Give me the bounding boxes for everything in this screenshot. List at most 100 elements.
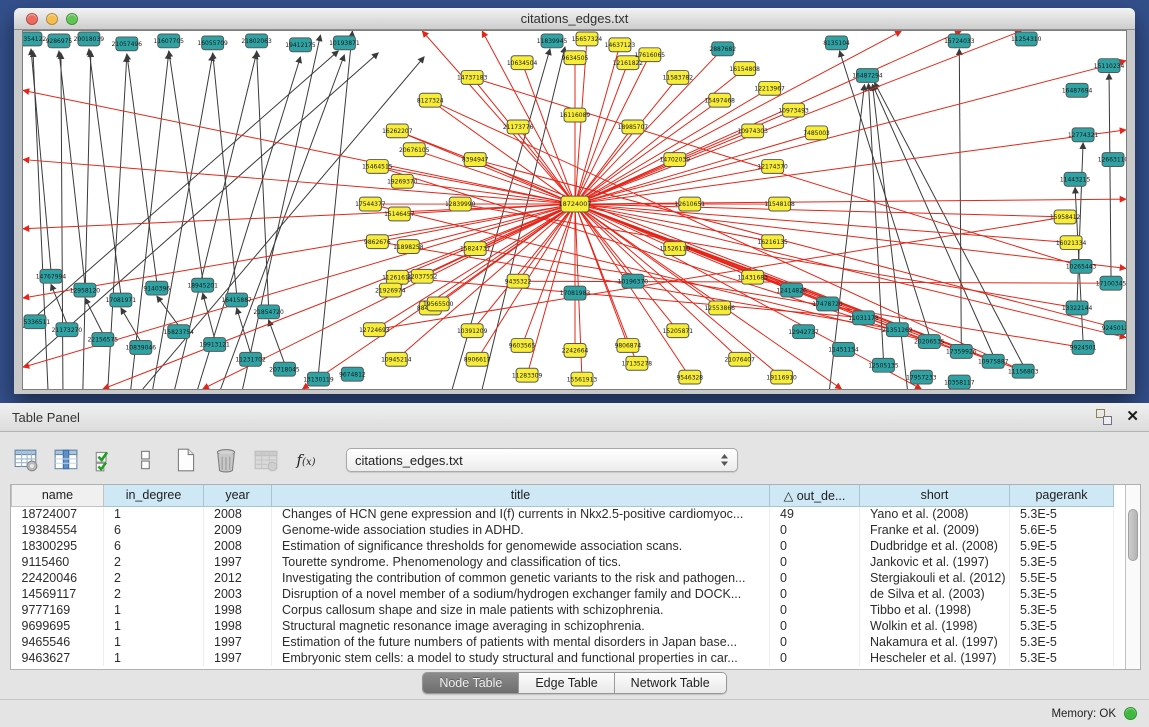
table-cell[interactable]: 19384554 — [12, 522, 104, 538]
change-table-mode-button[interactable] — [10, 444, 42, 476]
table-cell[interactable]: Tourette syndrome. Phenomenology and cla… — [272, 554, 770, 570]
network-node[interactable]: 22037552 — [407, 269, 438, 283]
table-cell[interactable]: 0 — [770, 634, 860, 650]
table-cell[interactable]: 18724007 — [12, 506, 104, 522]
column-header-in_degree[interactable]: in_degree — [104, 485, 204, 506]
tab-edge-table[interactable]: Edge Table — [519, 673, 614, 693]
network-node[interactable]: 18724007 — [559, 196, 592, 212]
table-cell[interactable]: 9465546 — [12, 634, 104, 650]
table-cell[interactable]: 2009 — [204, 522, 272, 538]
network-node[interactable]: 15205871 — [663, 324, 694, 338]
network-node[interactable]: 9862676 — [364, 235, 391, 249]
network-node[interactable]: 2242664 — [562, 344, 589, 358]
network-node[interactable]: 19412175 — [285, 38, 316, 52]
table-cell[interactable]: 9115460 — [12, 554, 104, 570]
network-node[interactable]: 21076407 — [724, 352, 755, 366]
network-node[interactable]: 10975887 — [978, 354, 1009, 368]
table-cell[interactable]: 0 — [770, 618, 860, 634]
table-cell[interactable]: 5.3E-5 — [1010, 602, 1114, 618]
network-node[interactable]: 17135278 — [622, 356, 653, 370]
table-cell[interactable]: 2008 — [204, 538, 272, 554]
network-node[interactable]: 16021334 — [1056, 236, 1087, 250]
network-node[interactable]: 13322144 — [1062, 301, 1093, 315]
network-node[interactable]: 17081971 — [106, 293, 137, 307]
network-node[interactable]: 9603565 — [509, 339, 536, 353]
network-node[interactable]: 11443215 — [1060, 172, 1091, 186]
network-node[interactable]: 8906617 — [464, 352, 491, 366]
network-node[interactable]: 2887682 — [709, 42, 736, 56]
column-header-year[interactable]: year — [204, 485, 272, 506]
network-node[interactable]: 16487294 — [852, 69, 883, 83]
network-node[interactable]: 8394947 — [462, 153, 489, 167]
network-node[interactable]: 17478720 — [812, 297, 843, 311]
network-node[interactable]: 14737183 — [457, 71, 488, 85]
network-node[interactable]: 12505135 — [868, 358, 899, 372]
table-cell[interactable]: 6 — [104, 538, 204, 554]
table-cell[interactable]: 1 — [104, 506, 204, 522]
table-cell[interactable]: 1998 — [204, 602, 272, 618]
network-node[interactable]: 16262207 — [382, 124, 413, 138]
table-cell[interactable]: Estimation of significance thresholds fo… — [272, 538, 770, 554]
scrollbar-thumb[interactable] — [1128, 509, 1138, 561]
column-header-short[interactable]: short — [860, 485, 1010, 506]
select-all-button[interactable] — [90, 444, 122, 476]
network-node[interactable]: 10973493 — [778, 103, 809, 117]
table-cell[interactable]: 1 — [104, 650, 204, 666]
table-cell[interactable]: 5.3E-5 — [1010, 634, 1114, 650]
network-node[interactable]: 11031178 — [848, 311, 879, 325]
table-row[interactable]: 969969511998Structural magnetic resonanc… — [12, 618, 1114, 634]
network-node[interactable]: 21926974 — [375, 283, 406, 297]
network-node[interactable]: 17616065 — [635, 48, 666, 62]
network-node[interactable]: 10839046 — [126, 341, 157, 355]
table-cell[interactable]: Corpus callosum shape and size in male p… — [272, 602, 770, 618]
table-cell[interactable]: 5.3E-5 — [1010, 586, 1114, 602]
network-node[interactable]: 12839990 — [445, 197, 476, 211]
network-node[interactable]: 12724693 — [359, 323, 390, 337]
table-cell[interactable]: 0 — [770, 554, 860, 570]
table-cell[interactable]: Estimation of the future numbers of pati… — [272, 634, 770, 650]
network-node[interactable]: 10974303 — [737, 124, 768, 138]
column-header-title[interactable]: title — [272, 485, 770, 506]
table-selector-dropdown[interactable]: citations_edges.txt — [346, 448, 738, 472]
table-cell[interactable]: Structural magnetic resonance image aver… — [272, 618, 770, 634]
column-header-out_degree[interactable]: △ out_de... — [770, 485, 860, 506]
network-node[interactable]: 16055709 — [197, 36, 228, 50]
table-cell[interactable]: Disruption of a novel member of a sodium… — [272, 586, 770, 602]
network-node[interactable]: 18945201 — [187, 278, 218, 292]
table-cell[interactable]: Franke et al. (2009) — [860, 522, 1010, 538]
table-cell[interactable]: de Silva et al. (2003) — [860, 586, 1010, 602]
network-node[interactable]: 16487694 — [1062, 83, 1093, 97]
network-node[interactable]: 21854720 — [253, 305, 284, 319]
show-column-button[interactable] — [50, 444, 82, 476]
table-cell[interactable]: 14569117 — [12, 586, 104, 602]
network-node[interactable]: 11583782 — [663, 71, 694, 85]
network-node[interactable]: 11254310 — [1011, 32, 1042, 46]
network-node[interactable]: 19565500 — [423, 297, 454, 311]
network-node[interactable]: 12174370 — [757, 160, 788, 174]
table-row[interactable]: 911546021997Tourette syndrome. Phenomeno… — [12, 554, 1114, 570]
network-node[interactable]: 9546328 — [676, 370, 703, 384]
network-node[interactable]: 19913121 — [199, 338, 230, 352]
network-node[interactable]: 16116089 — [560, 108, 591, 122]
table-cell[interactable]: Tibbo et al. (1998) — [860, 602, 1010, 618]
network-node[interactable]: 8127324 — [417, 93, 444, 107]
network-node[interactable]: 10358117 — [944, 375, 975, 389]
table-cell[interactable]: 49 — [770, 506, 860, 522]
network-node[interactable]: 18985707 — [618, 120, 649, 134]
table-cell[interactable]: 5.5E-5 — [1010, 570, 1114, 586]
table-vertical-scrollbar[interactable] — [1125, 485, 1140, 670]
network-node[interactable]: 17081983 — [560, 286, 591, 300]
network-node[interactable]: 17957233 — [906, 370, 937, 384]
network-node[interactable]: 12610651 — [675, 197, 706, 211]
network-node[interactable]: 11451154 — [828, 343, 859, 357]
network-node[interactable]: 21173776 — [503, 120, 534, 134]
network-node[interactable]: 12553866 — [705, 301, 736, 315]
table-cell[interactable]: 1997 — [204, 650, 272, 666]
network-node[interactable]: 11431683 — [737, 270, 768, 284]
network-node[interactable]: 10196370 — [618, 274, 649, 288]
table-cell[interactable]: 0 — [770, 522, 860, 538]
table-cell[interactable]: 5.3E-5 — [1010, 554, 1114, 570]
network-node[interactable]: 9435322 — [505, 274, 532, 288]
unselect-all-button[interactable] — [130, 444, 162, 476]
network-node[interactable]: 9674812 — [339, 367, 366, 381]
